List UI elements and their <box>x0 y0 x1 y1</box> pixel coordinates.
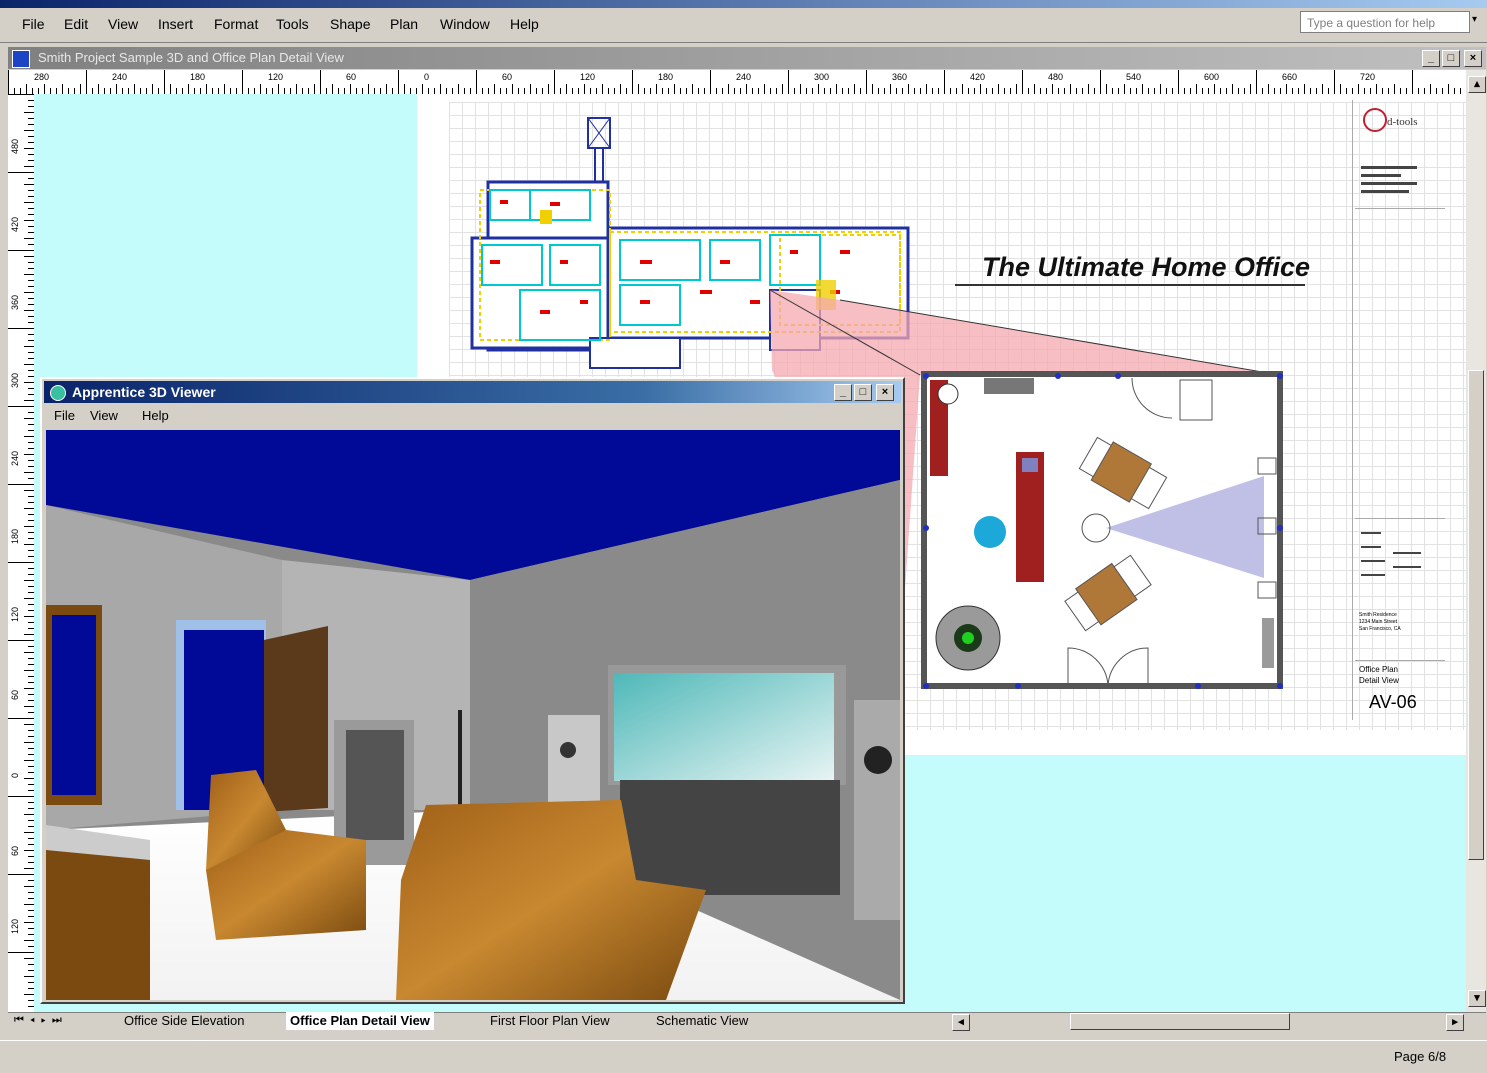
ruler-label: 60 <box>10 689 20 700</box>
ruler-label: 720 <box>1360 72 1376 82</box>
ruler-label: 480 <box>10 138 20 154</box>
viewer-menu-file[interactable]: File <box>54 408 75 423</box>
ruler-label: 480 <box>1048 72 1064 82</box>
tab-nav-arrows-icon[interactable]: ⏮◂▸⏭ <box>14 1014 68 1027</box>
ruler-label: 120 <box>580 72 596 82</box>
menu-view[interactable]: View <box>108 16 138 32</box>
ruler-label: 60 <box>346 72 357 82</box>
viewer-menu-bar: File View Help <box>44 405 901 429</box>
ruler-label: 60 <box>502 72 513 82</box>
close-button[interactable]: × <box>1464 50 1482 67</box>
ruler-label: 300 <box>814 72 830 82</box>
ruler-label: 0 <box>424 72 430 82</box>
page-indicator: Page 6/8 <box>1394 1049 1447 1064</box>
tab-office-side-elevation[interactable]: Office Side Elevation <box>124 1012 244 1030</box>
ruler-label: 660 <box>1282 72 1298 82</box>
viewer-title: Apprentice 3D Viewer <box>72 384 216 400</box>
logo-text: d-tools <box>1387 116 1418 128</box>
menu-tools[interactable]: Tools <box>276 16 309 32</box>
tab-schematic-view[interactable]: Schematic View <box>656 1012 748 1030</box>
ruler-label: 180 <box>190 72 206 82</box>
document-icon[interactable] <box>12 50 30 68</box>
ruler-label: 360 <box>10 294 20 310</box>
menu-bar: File Edit View Insert Format Tools Shape… <box>0 8 1487 43</box>
vertical-ruler: 480 420 360 300 240 180 120 60 0 60 120 <box>8 94 35 1012</box>
ruler-label: 540 <box>1126 72 1142 82</box>
menu-shape[interactable]: Shape <box>330 16 370 32</box>
ruler-label: 0 <box>10 772 20 778</box>
ruler-label: 120 <box>10 918 20 934</box>
tab-first-floor-plan-view[interactable]: First Floor Plan View <box>490 1012 610 1030</box>
ruler-label: 600 <box>1204 72 1220 82</box>
viewer-minimize-button[interactable]: _ <box>834 384 852 401</box>
client-name: Smith Residence <box>1359 612 1397 618</box>
restore-button[interactable]: □ <box>1442 50 1460 67</box>
viewer-title-bar[interactable]: Apprentice 3D Viewer <box>44 381 901 403</box>
scroll-left-button[interactable]: ◂ <box>952 1014 970 1031</box>
viewer-menu-help[interactable]: Help <box>142 408 169 423</box>
help-search-input[interactable]: Type a question for help <box>1300 11 1470 33</box>
ruler-label: 180 <box>10 528 20 544</box>
document-title-bar: Smith Project Sample 3D and Office Plan … <box>8 47 1486 69</box>
ruler-label: 300 <box>10 372 20 388</box>
viewer-app-icon <box>50 385 66 401</box>
menu-file[interactable]: File <box>22 16 45 32</box>
sheet-number: AV-06 <box>1369 692 1417 712</box>
address-line1: 1234 Main Street <box>1359 619 1398 625</box>
menu-edit[interactable]: Edit <box>64 16 88 32</box>
logo-icon <box>1363 108 1387 132</box>
vertical-scroll-thumb[interactable] <box>1468 370 1484 860</box>
ruler-label: 420 <box>10 216 20 232</box>
viewer-maximize-button[interactable]: □ <box>854 384 872 401</box>
menu-window[interactable]: Window <box>440 16 490 32</box>
headline-underline <box>955 284 1305 286</box>
address-line2: San Francisco, CA <box>1359 626 1401 632</box>
viewer-menu-view[interactable]: View <box>90 408 118 423</box>
menu-plan[interactable]: Plan <box>390 16 418 32</box>
menu-format[interactable]: Format <box>214 16 258 32</box>
ruler-label: 120 <box>10 606 20 622</box>
viewer-close-button[interactable]: × <box>876 384 894 401</box>
minimize-button[interactable]: _ <box>1422 50 1440 67</box>
ruler-label: 120 <box>268 72 284 82</box>
status-bar: Page 6/8 <box>0 1040 1487 1073</box>
tab-office-plan-detail-view[interactable]: Office Plan Detail View <box>286 1012 434 1030</box>
3d-room-render <box>46 430 900 1000</box>
scroll-down-button[interactable]: ▾ <box>1468 990 1486 1007</box>
chevron-down-icon[interactable]: ▾ <box>1472 14 1484 28</box>
title-block: d-tools Smith Residence 1234 Main Street… <box>1352 100 1447 720</box>
horizontal-scroll-thumb[interactable] <box>1070 1013 1290 1030</box>
ruler-label: 240 <box>736 72 752 82</box>
3d-scene-viewport[interactable] <box>46 430 900 1000</box>
document-title: Smith Project Sample 3D and Office Plan … <box>38 50 344 65</box>
app-title-bar <box>0 0 1487 8</box>
ruler-label: 180 <box>658 72 674 82</box>
menu-insert[interactable]: Insert <box>158 16 193 32</box>
office-detail-plan[interactable] <box>918 368 1286 690</box>
ruler-label: 240 <box>112 72 128 82</box>
ruler-label: 280 <box>34 72 50 82</box>
scroll-up-button[interactable]: ▴ <box>1468 76 1486 93</box>
menu-help[interactable]: Help <box>510 16 539 32</box>
drawing-name: Office Plan Detail View <box>1359 665 1399 685</box>
ruler-label: 420 <box>970 72 986 82</box>
ruler-label: 240 <box>10 450 20 466</box>
ruler-label: 360 <box>892 72 908 82</box>
horizontal-ruler: 280 240 180 120 60 0 60 120 180 240 300 360 420 480 54… <box>8 70 1470 95</box>
ruler-label: 60 <box>10 845 20 856</box>
scroll-right-button[interactable]: ▸ <box>1446 1014 1464 1031</box>
headline: The Ultimate Home Office <box>982 252 1311 282</box>
